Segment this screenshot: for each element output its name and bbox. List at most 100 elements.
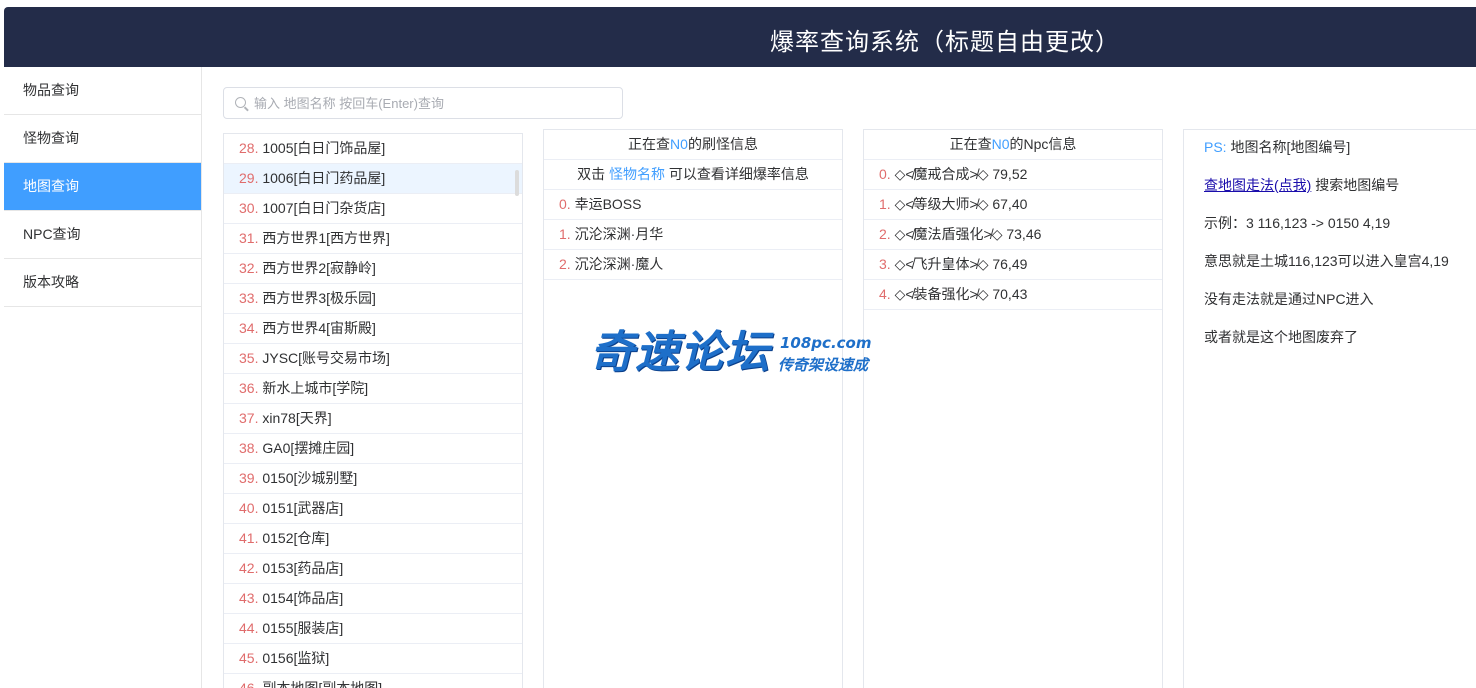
row-index: 34. <box>239 320 259 336</box>
monster-list-item[interactable]: 1. 沉沦深渊·月华 <box>544 220 842 250</box>
ps-panel: PS: 地图名称[地图编号] 查地图走法(点我) 搜索地图编号 示例：3 116… <box>1183 129 1476 688</box>
scrollbar-thumb[interactable] <box>515 170 519 196</box>
map-list-item[interactable]: 39. 0150[沙城别墅] <box>224 464 522 494</box>
map-list-item[interactable]: 28. 1005[白日门饰品屋] <box>224 134 522 164</box>
row-index: 2. <box>559 256 571 272</box>
row-name: 西方世界3[极乐园] <box>262 290 376 306</box>
map-list-item[interactable]: 37. xin78[天界] <box>224 404 522 434</box>
row-index: 37. <box>239 410 259 426</box>
npc-list-item[interactable]: 3. ◇≮飞升皇体≯◇ 76,49 <box>864 250 1162 280</box>
ps-link-line: 查地图走法(点我) 搜索地图编号 <box>1204 175 1399 195</box>
row-name: 0155[服装店] <box>262 620 344 636</box>
monster-list-item[interactable]: 0. 幸运BOSS <box>544 190 842 220</box>
row-index: 46. <box>239 680 259 688</box>
map-list-item[interactable]: 36. 新水上城市[学院] <box>224 374 522 404</box>
map-list-item[interactable]: 42. 0153[药品店] <box>224 554 522 584</box>
row-name: GA0[摆摊庄园] <box>262 440 355 456</box>
row-index: 1. <box>879 196 891 212</box>
watermark-logo: 奇速论坛 108pc.com 传奇架设速成 <box>590 328 890 380</box>
row-name: ◇≮魔戒合成≯◇ 79,52 <box>894 166 1028 182</box>
row-name: 西方世界4[宙斯殿] <box>262 320 376 336</box>
map-list: 28. 1005[白日门饰品屋] 29. 1006[白日门药品屋] 30. 1007… <box>223 133 523 688</box>
npc-panel-title: 正在查N0的Npc信息 <box>864 130 1162 160</box>
npc-list-item[interactable]: 1. ◇≮等级大师≯◇ 67,40 <box>864 190 1162 220</box>
map-list-item[interactable]: 46. 副本地图[副本地图] <box>224 674 522 688</box>
row-name: ◇≮飞升皇体≯◇ 76,49 <box>894 256 1028 272</box>
row-index: 28. <box>239 140 259 156</box>
monster-panel-hint: 双击 怪物名称 可以查看详细爆率信息 <box>544 160 842 190</box>
row-name: 0156[监狱] <box>262 650 330 666</box>
ps-label: PS: <box>1204 139 1227 155</box>
map-list-item[interactable]: 32. 西方世界2[寂静岭] <box>224 254 522 284</box>
npc-list-item[interactable]: 2. ◇≮魔法盾强化≯◇ 73,46 <box>864 220 1162 250</box>
row-name: ◇≮魔法盾强化≯◇ 73,46 <box>894 226 1042 242</box>
link-suffix: 搜索地图编号 <box>1315 177 1400 193</box>
map-list-item[interactable]: 31. 西方世界1[西方世界] <box>224 224 522 254</box>
row-index: 4. <box>879 286 891 302</box>
map-list-item[interactable]: 34. 西方世界4[宙斯殿] <box>224 314 522 344</box>
map-list-item[interactable]: 29. 1006[白日门药品屋] <box>224 164 522 194</box>
sidebar-nav: 物品查询 怪物查询 地图查询 NPC查询 版本攻略 <box>4 67 202 688</box>
row-index: 43. <box>239 590 259 606</box>
map-list-item[interactable]: 30. 1007[白日门杂货店] <box>224 194 522 224</box>
map-list-item[interactable]: 38. GA0[摆摊庄园] <box>224 434 522 464</box>
row-index: 33. <box>239 290 259 306</box>
search-input[interactable] <box>254 88 614 118</box>
row-name: xin78[天界] <box>262 410 332 426</box>
row-name: 新水上城市[学院] <box>262 380 369 396</box>
map-path-link[interactable]: 查地图走法(点我) <box>1204 177 1311 193</box>
row-index: 36. <box>239 380 259 396</box>
map-list-item[interactable]: 33. 西方世界3[极乐园] <box>224 284 522 314</box>
no-path-text: 没有走法就是通过NPC进入 <box>1204 291 1374 307</box>
sidebar-item-monster-query[interactable]: 怪物查询 <box>4 115 201 163</box>
row-index: 45. <box>239 650 259 666</box>
row-name: 沉沦深渊·魔人 <box>574 256 664 272</box>
row-index: 29. <box>239 170 259 186</box>
map-code: N0 <box>991 136 1010 152</box>
app-header: 爆率查询系统（标题自由更改） <box>4 7 1476 67</box>
row-name: ◇≮等级大师≯◇ 67,40 <box>894 196 1028 212</box>
npc-panel: 正在查N0的Npc信息 0. ◇≮魔戒合成≯◇ 79,52 1. ◇≮等级大师≯◇… <box>863 129 1163 688</box>
row-index: 1. <box>559 226 571 242</box>
row-index: 40. <box>239 500 259 516</box>
row-index: 42. <box>239 560 259 576</box>
row-index: 32. <box>239 260 259 276</box>
sidebar-item-version-guide[interactable]: 版本攻略 <box>4 259 201 307</box>
row-index: 38. <box>239 440 259 456</box>
row-index: 0. <box>879 166 891 182</box>
row-index: 44. <box>239 620 259 636</box>
npc-list-item[interactable]: 4. ◇≮装备强化≯◇ 70,43 <box>864 280 1162 310</box>
ps-text: 地图名称[地图编号] <box>1230 139 1351 155</box>
title-prefix: 正在查 <box>628 136 671 152</box>
row-index: 2. <box>879 226 891 242</box>
sidebar-item-npc-query[interactable]: NPC查询 <box>4 211 201 259</box>
hint-suffix: 可以查看详细爆率信息 <box>668 166 809 182</box>
title-suffix: 的刷怪信息 <box>687 136 758 152</box>
row-name: 1007[白日门杂货店] <box>262 200 386 216</box>
row-name: 0153[药品店] <box>262 560 344 576</box>
search-box <box>223 87 623 119</box>
monster-list-item[interactable]: 2. 沉沦深渊·魔人 <box>544 250 842 280</box>
map-list-item[interactable]: 44. 0155[服装店] <box>224 614 522 644</box>
map-list-item[interactable]: 40. 0151[武器店] <box>224 494 522 524</box>
row-index: 31. <box>239 230 259 246</box>
row-name: ◇≮装备强化≯◇ 70,43 <box>894 286 1028 302</box>
row-index: 0. <box>559 196 571 212</box>
meaning-text: 意思就是土城116,123可以进入皇宫4,19 <box>1204 253 1449 269</box>
map-list-item[interactable]: 43. 0154[饰品店] <box>224 584 522 614</box>
row-name: 幸运BOSS <box>574 196 642 212</box>
sidebar-item-map-query[interactable]: 地图查询 <box>4 163 201 211</box>
monster-panel: 正在查N0的刷怪信息 双击 怪物名称 可以查看详细爆率信息 0. 幸运BOSS 1… <box>543 129 843 688</box>
title-prefix: 正在查 <box>949 136 992 152</box>
map-list-item[interactable]: 41. 0152[仓库] <box>224 524 522 554</box>
map-list-item[interactable]: 35. JYSC[账号交易市场] <box>224 344 522 374</box>
map-list-item[interactable]: 45. 0156[监狱] <box>224 644 522 674</box>
hint-prefix: 双击 <box>577 166 606 182</box>
row-name: 0154[饰品店] <box>262 590 344 606</box>
hint-monster-name: 怪物名称 <box>609 166 665 182</box>
page-title: 爆率查询系统（标题自由更改） <box>770 29 1120 56</box>
sidebar-item-item-query[interactable]: 物品查询 <box>4 67 201 115</box>
example-text: 示例：3 116,123 -> 0150 4,19 <box>1204 215 1391 231</box>
monster-panel-title: 正在查N0的刷怪信息 <box>544 130 842 160</box>
npc-list-item[interactable]: 0. ◇≮魔戒合成≯◇ 79,52 <box>864 160 1162 190</box>
